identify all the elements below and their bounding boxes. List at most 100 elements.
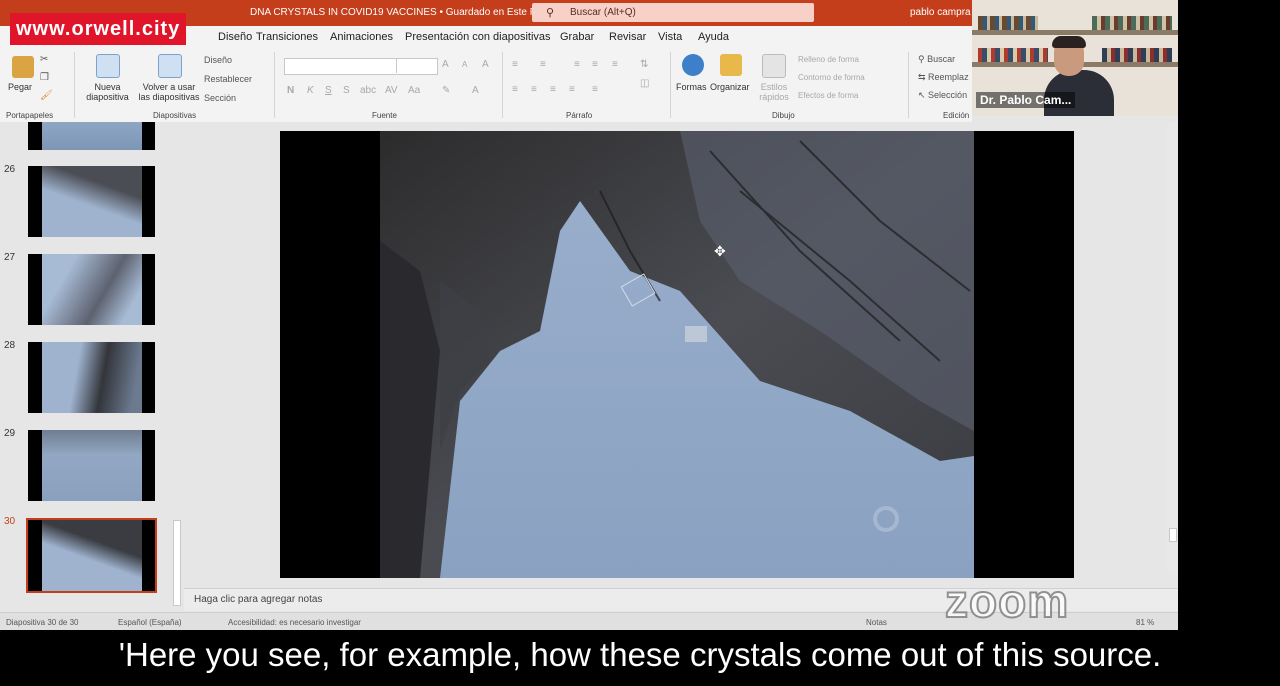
slide-number: 28 xyxy=(4,340,16,351)
strikethrough-icon[interactable]: abc xyxy=(360,85,376,96)
align-left-icon[interactable]: ≡ xyxy=(512,84,518,95)
zoom-logo: zoom xyxy=(944,574,1070,628)
font-size-field[interactable] xyxy=(396,58,437,73)
reset-button[interactable]: Restablecer xyxy=(204,74,252,84)
align-center-icon[interactable]: ≡ xyxy=(531,84,537,95)
document-title: DNA CRYSTALS IN COVID19 VACCINES • Guard… xyxy=(250,7,544,18)
text-direction-icon[interactable]: ⇅ xyxy=(640,59,648,70)
quick-styles-icon[interactable] xyxy=(762,54,786,78)
highlight-icon[interactable]: ✎ xyxy=(442,85,450,96)
scrollbar-thumb[interactable] xyxy=(1169,528,1177,542)
justify-icon[interactable]: ≡ xyxy=(569,84,575,95)
find-button[interactable]: ⚲ Buscar xyxy=(918,54,955,65)
spacing-icon[interactable]: AV xyxy=(385,85,398,96)
new-slide-button[interactable]: Nueva diapositiva xyxy=(80,82,135,102)
shape-fill-button[interactable]: Relleno de forma xyxy=(798,55,859,64)
slide-thumbnail[interactable] xyxy=(28,122,155,150)
person-hair xyxy=(1052,36,1086,48)
section-button[interactable]: Sección xyxy=(204,93,236,103)
language-status[interactable]: Español (España) xyxy=(118,618,182,627)
layout-button[interactable]: Diseño xyxy=(204,55,232,65)
thumbnail-image xyxy=(42,254,142,325)
group-paragraph: Párrafo xyxy=(566,111,593,120)
slide-thumbnail-selected[interactable] xyxy=(26,518,157,593)
grow-font-icon[interactable]: A xyxy=(442,59,449,70)
tab-animations[interactable]: Animaciones xyxy=(330,31,393,43)
align-right-icon[interactable]: ≡ xyxy=(550,84,556,95)
accessibility-status[interactable]: Accesibilidad: es necesario investigar xyxy=(228,618,361,627)
shapes-icon[interactable] xyxy=(682,54,704,76)
columns-icon[interactable]: ≡ xyxy=(592,84,598,95)
tab-review[interactable]: Revisar xyxy=(609,31,646,43)
copy-icon[interactable]: ❐ xyxy=(40,72,49,83)
thumbnail-scrollbar[interactable] xyxy=(172,128,181,606)
italic-icon[interactable]: K xyxy=(307,85,314,96)
find-icon: ⚲ xyxy=(918,54,928,64)
search-box[interactable]: ⚲ Buscar (Alt+Q) xyxy=(532,3,814,22)
shape-effects-button[interactable]: Efectos de forma xyxy=(798,91,858,100)
participant-name: Dr. Pablo Cam... xyxy=(976,92,1076,108)
thumbnail-image xyxy=(42,166,142,237)
arrange-icon[interactable] xyxy=(720,54,742,76)
shape-outline-button[interactable]: Contorno de forma xyxy=(798,73,865,82)
reuse-slides-label-1: Volver a usar xyxy=(142,82,196,92)
numbering-icon[interactable]: ≡ xyxy=(540,59,546,70)
reuse-slides-button[interactable]: Volver a usar las diapositivas xyxy=(136,82,202,102)
font-color-icon[interactable]: A xyxy=(472,85,479,96)
watermark: www.orwell.city xyxy=(10,13,187,45)
clear-format-icon[interactable]: A xyxy=(482,59,489,70)
format-painter-icon[interactable]: 🖌 xyxy=(40,90,53,101)
paste-button[interactable]: Pegar xyxy=(8,82,32,92)
group-font: Fuente xyxy=(372,111,397,120)
line-spacing-icon[interactable]: ≡ xyxy=(612,59,618,70)
new-slide-label-2: diapositiva xyxy=(86,92,129,102)
underline-icon[interactable]: S xyxy=(325,85,332,96)
align-text-icon[interactable]: ◫ xyxy=(640,78,649,89)
bold-icon[interactable]: N xyxy=(287,85,294,96)
notes-button[interactable]: Notas xyxy=(866,618,887,627)
user-name[interactable]: pablo campra xyxy=(910,7,971,18)
thumbnail-pane: 26 27 28 29 30 xyxy=(0,122,184,610)
arrange-button[interactable]: Organizar xyxy=(710,82,750,92)
slide-number: 27 xyxy=(4,252,16,263)
decrease-indent-icon[interactable]: ≡ xyxy=(574,59,580,70)
replace-button[interactable]: ⇆ Reemplaz xyxy=(918,72,969,83)
new-slide-icon[interactable] xyxy=(96,54,120,78)
increase-indent-icon[interactable]: ≡ xyxy=(592,59,598,70)
slide-thumbnail[interactable] xyxy=(28,166,155,237)
thumbnail-image xyxy=(42,122,142,150)
tab-transitions[interactable]: Transiciones xyxy=(256,31,318,43)
tab-help[interactable]: Ayuda xyxy=(698,31,729,43)
case-icon[interactable]: Aa xyxy=(408,85,420,96)
reuse-slides-icon[interactable] xyxy=(158,54,182,78)
cut-icon[interactable]: ✂ xyxy=(40,54,48,65)
scrollbar-thumb[interactable] xyxy=(173,520,181,606)
slide-scrollbar[interactable] xyxy=(1167,122,1177,572)
slide-thumbnail[interactable] xyxy=(28,342,155,413)
current-slide[interactable]: ✥ xyxy=(280,131,1074,578)
bullets-icon[interactable]: ≡ xyxy=(512,59,518,70)
search-placeholder: Buscar (Alt+Q) xyxy=(570,7,636,18)
group-separator xyxy=(274,52,275,118)
subtitle-text: 'Here you see, for example, how these cr… xyxy=(118,636,1162,673)
slide-count: Diapositiva 30 de 30 xyxy=(6,618,79,627)
quick-styles-button[interactable]: Estilos rápidos xyxy=(752,82,796,102)
reuse-slides-label-2: las diapositivas xyxy=(138,92,200,102)
group-clipboard: Portapapeles xyxy=(6,111,54,120)
notes-placeholder: Haga clic para agregar notas xyxy=(194,594,323,605)
replace-icon: ⇆ xyxy=(918,72,929,82)
shadow-icon[interactable]: S xyxy=(343,85,350,96)
select-button[interactable]: ↖ Selección xyxy=(918,90,967,101)
slide-thumbnail[interactable] xyxy=(28,254,155,325)
tab-view[interactable]: Vista xyxy=(658,31,682,43)
slide-thumbnail[interactable] xyxy=(28,430,155,501)
paste-icon[interactable] xyxy=(12,56,34,78)
tab-design[interactable]: Diseño xyxy=(218,31,252,43)
shrink-font-icon[interactable]: A xyxy=(462,60,467,69)
tab-slideshow[interactable]: Presentación con diapositivas xyxy=(405,31,551,43)
tab-record[interactable]: Grabar xyxy=(560,31,594,43)
group-editing: Edición xyxy=(943,111,970,120)
shapes-button[interactable]: Formas xyxy=(676,82,707,92)
group-separator xyxy=(74,52,75,118)
zoom-level[interactable]: 81 % xyxy=(1136,618,1154,627)
